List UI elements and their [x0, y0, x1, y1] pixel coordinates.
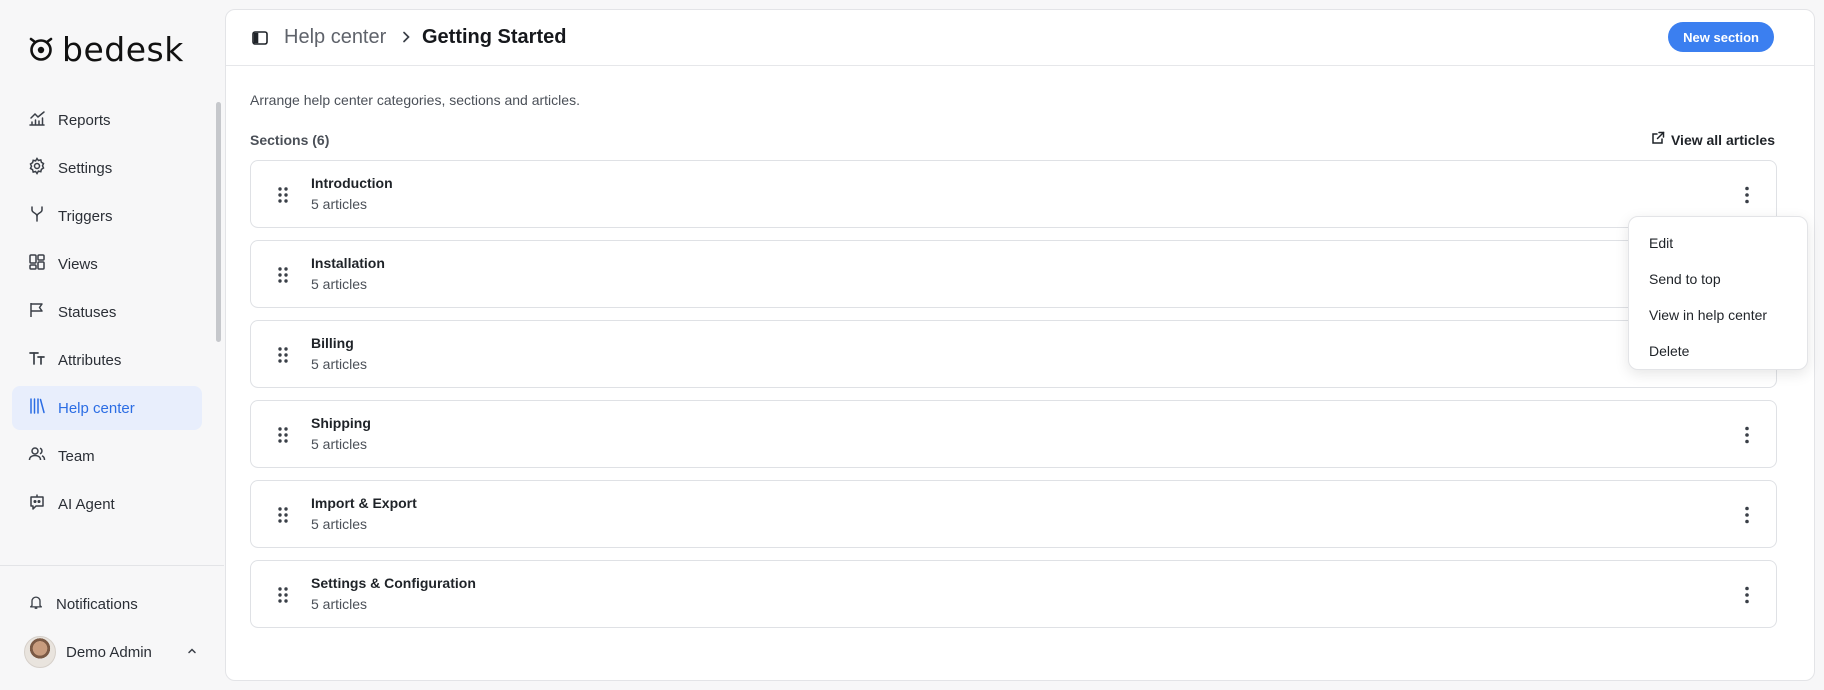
- bedesk-logo-icon: [26, 33, 56, 68]
- more-vertical-icon[interactable]: [1744, 425, 1750, 445]
- sidebar-item-label: Triggers: [58, 207, 113, 225]
- section-row[interactable]: Import & Export 5 articles: [250, 480, 1777, 548]
- breadcrumb-parent[interactable]: Help center: [284, 26, 386, 49]
- sidebar-item-help-center[interactable]: Help center: [12, 386, 202, 430]
- more-vertical-icon[interactable]: [1744, 505, 1750, 525]
- top-bar: Help center Getting Started New section: [226, 10, 1814, 66]
- sidebar-item-label: Statuses: [58, 303, 117, 321]
- page-title: Getting Started: [422, 26, 567, 48]
- gear-icon: [28, 157, 46, 179]
- section-title: Shipping: [311, 415, 371, 431]
- view-all-label: View all articles: [1670, 131, 1775, 148]
- external-link-icon: [1651, 131, 1665, 148]
- view-all-articles-link[interactable]: View all articles: [1651, 131, 1775, 148]
- menu-item-delete[interactable]: Delete: [1629, 333, 1807, 369]
- drag-handle-icon[interactable]: [277, 186, 289, 204]
- app-root: bedesk Reports Settings Triggers Views S…: [0, 0, 1824, 690]
- sidebar-toggle-icon[interactable]: [252, 30, 268, 46]
- sidebar-item-statuses[interactable]: Statuses: [12, 290, 202, 334]
- drag-handle-icon[interactable]: [277, 586, 289, 604]
- notifications-label: Notifications: [56, 595, 138, 613]
- section-row[interactable]: Shipping 5 articles: [250, 400, 1777, 468]
- bot-message-icon: [28, 493, 46, 515]
- section-title: Settings & Configuration: [311, 575, 476, 591]
- section-title: Introduction: [311, 175, 393, 191]
- logo[interactable]: bedesk: [26, 32, 184, 68]
- bell-icon: [28, 594, 44, 614]
- sidebar: bedesk Reports Settings Triggers Views S…: [0, 0, 224, 690]
- sidebar-item-label: Help center: [58, 399, 135, 417]
- section-row[interactable]: Installation 5 articles: [250, 240, 1777, 308]
- more-vertical-icon[interactable]: [1744, 585, 1750, 605]
- menu-item-edit[interactable]: Edit: [1629, 225, 1807, 261]
- sidebar-item-settings[interactable]: Settings: [12, 146, 202, 190]
- new-section-button[interactable]: New section: [1668, 22, 1774, 52]
- menu-item-view-in-help-center[interactable]: View in help center: [1629, 297, 1807, 333]
- drag-handle-icon[interactable]: [277, 506, 289, 524]
- section-article-count: 5 articles: [311, 276, 368, 292]
- user-name: Demo Admin: [66, 643, 152, 661]
- sidebar-item-views[interactable]: Views: [12, 242, 202, 286]
- sidebar-item-label: AI Agent: [58, 495, 115, 513]
- drag-handle-icon[interactable]: [277, 426, 289, 444]
- sidebar-nav: Reports Settings Triggers Views Statuses…: [12, 98, 202, 530]
- drag-handle-icon[interactable]: [277, 266, 289, 284]
- chevron-up-icon: [186, 644, 198, 661]
- sections-heading: Sections (6): [250, 132, 330, 148]
- chart-line-icon: [28, 109, 46, 131]
- section-article-count: 5 articles: [311, 596, 368, 612]
- section-list: Introduction 5 articles Installation 5 a…: [250, 160, 1777, 640]
- section-row[interactable]: Introduction 5 articles: [250, 160, 1777, 228]
- sidebar-item-triggers[interactable]: Triggers: [12, 194, 202, 238]
- sidebar-item-reports[interactable]: Reports: [12, 98, 202, 142]
- section-title: Billing: [311, 335, 354, 351]
- menu-item-send-to-top[interactable]: Send to top: [1629, 261, 1807, 297]
- chevron-right-icon: [400, 30, 412, 49]
- section-article-count: 5 articles: [311, 436, 368, 452]
- more-vertical-icon[interactable]: [1744, 185, 1750, 205]
- page-description: Arrange help center categories, sections…: [250, 92, 580, 108]
- drag-handle-icon[interactable]: [277, 346, 289, 364]
- sidebar-item-attributes[interactable]: Attributes: [12, 338, 202, 382]
- avatar: [24, 636, 56, 668]
- user-profile-menu[interactable]: Demo Admin: [12, 632, 202, 672]
- main-panel: Help center Getting Started New section …: [225, 9, 1815, 681]
- users-icon: [28, 445, 46, 467]
- sidebar-item-ai-agent[interactable]: AI Agent: [12, 482, 202, 526]
- flag-icon: [28, 301, 46, 323]
- section-row[interactable]: Settings & Configuration 5 articles: [250, 560, 1777, 628]
- section-article-count: 5 articles: [311, 196, 368, 212]
- sidebar-item-team[interactable]: Team: [12, 434, 202, 478]
- section-title: Installation: [311, 255, 385, 271]
- sidebar-divider: [0, 565, 224, 566]
- brand-name: bedesk: [62, 30, 184, 69]
- text-size-icon: [28, 349, 46, 371]
- section-article-count: 5 articles: [311, 356, 368, 372]
- notifications-link[interactable]: Notifications: [12, 584, 202, 624]
- sidebar-item-label: Team: [58, 447, 95, 465]
- section-article-count: 5 articles: [311, 516, 368, 532]
- sidebar-item-label: Attributes: [58, 351, 122, 369]
- layout-grid-icon: [28, 253, 46, 275]
- sidebar-item-label: Reports: [58, 111, 111, 129]
- branch-icon: [28, 205, 46, 227]
- section-title: Import & Export: [311, 495, 417, 511]
- library-icon: [28, 397, 46, 419]
- sidebar-item-label: Settings: [58, 159, 113, 177]
- sidebar-scrollbar[interactable]: [216, 102, 221, 342]
- sidebar-item-label: Views: [58, 255, 98, 273]
- section-row[interactable]: Billing 5 articles: [250, 320, 1777, 388]
- section-context-menu: Edit Send to top View in help center Del…: [1628, 216, 1808, 370]
